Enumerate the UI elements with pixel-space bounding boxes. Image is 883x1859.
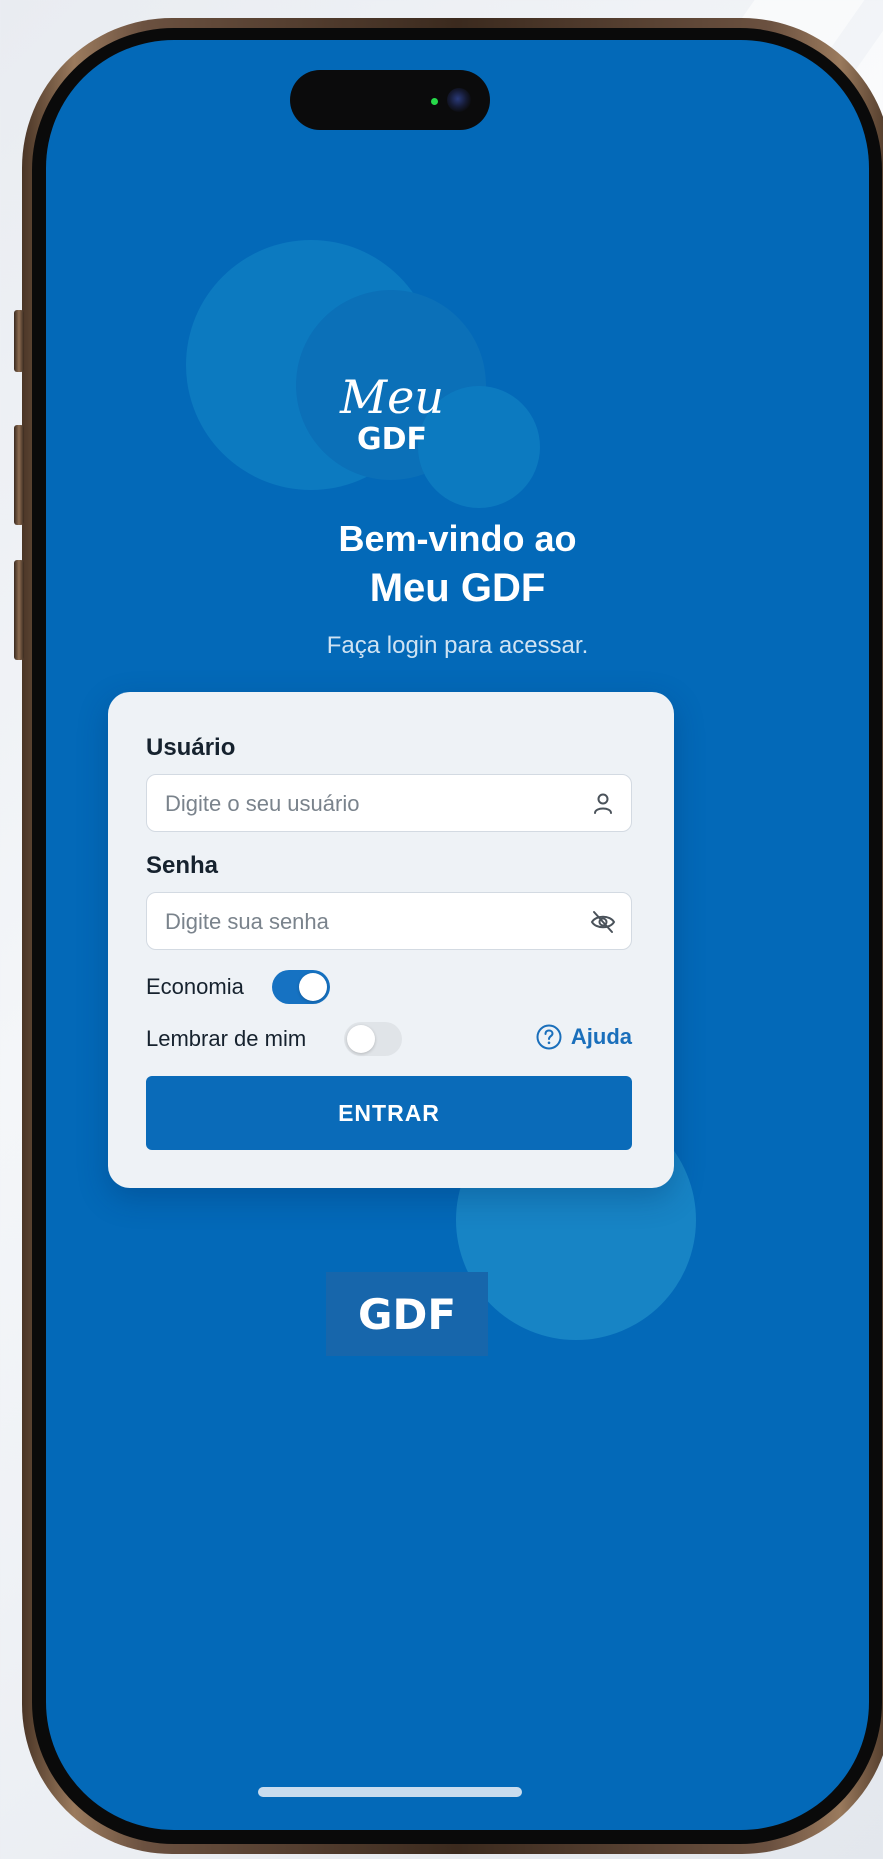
logo-acronym: GDF xyxy=(356,422,428,457)
remember-toggle[interactable] xyxy=(344,1022,402,1056)
action-button xyxy=(14,310,24,372)
login-card: Usuário Digite o seu usuário Senha Digit… xyxy=(108,692,674,1188)
volume-down-button xyxy=(14,560,24,660)
login-button[interactable]: ENTRAR xyxy=(146,1076,632,1150)
password-label: Senha xyxy=(146,852,219,879)
password-input[interactable]: Digite sua senha xyxy=(146,892,632,950)
camera-icon xyxy=(447,88,471,112)
help-circle-icon xyxy=(536,1024,562,1050)
welcome-title-line2: Meu GDF xyxy=(369,566,546,610)
home-indicator[interactable] xyxy=(258,1787,522,1797)
economia-toggle[interactable] xyxy=(272,970,330,1004)
app-screen: Meu GDF Bem-vindo ao Meu GDF Faça login … xyxy=(46,40,869,1830)
toggle-knob xyxy=(347,1025,375,1053)
help-link[interactable]: Ajuda xyxy=(535,1023,632,1051)
camera-indicator-icon xyxy=(431,98,438,105)
welcome-subtitle: Faça login para acessar. xyxy=(326,632,589,659)
eye-off-icon[interactable] xyxy=(589,908,617,936)
economia-label: Economia xyxy=(146,974,244,999)
toggle-knob xyxy=(299,973,327,1001)
gdf-footer-logo: GDF xyxy=(326,1272,488,1356)
welcome-title-line1: Bem-vindo ao xyxy=(338,518,577,559)
user-input[interactable]: Digite o seu usuário xyxy=(146,774,632,832)
user-icon xyxy=(594,793,612,814)
user-placeholder: Digite o seu usuário xyxy=(165,791,360,816)
dynamic-island xyxy=(290,70,490,130)
remember-label: Lembrar de mim xyxy=(146,1026,307,1051)
password-placeholder: Digite sua senha xyxy=(165,909,329,934)
help-label: Ajuda xyxy=(570,1024,632,1049)
logo-script: Meu xyxy=(340,370,444,424)
user-label: Usuário xyxy=(146,734,236,761)
volume-up-button xyxy=(14,425,24,525)
